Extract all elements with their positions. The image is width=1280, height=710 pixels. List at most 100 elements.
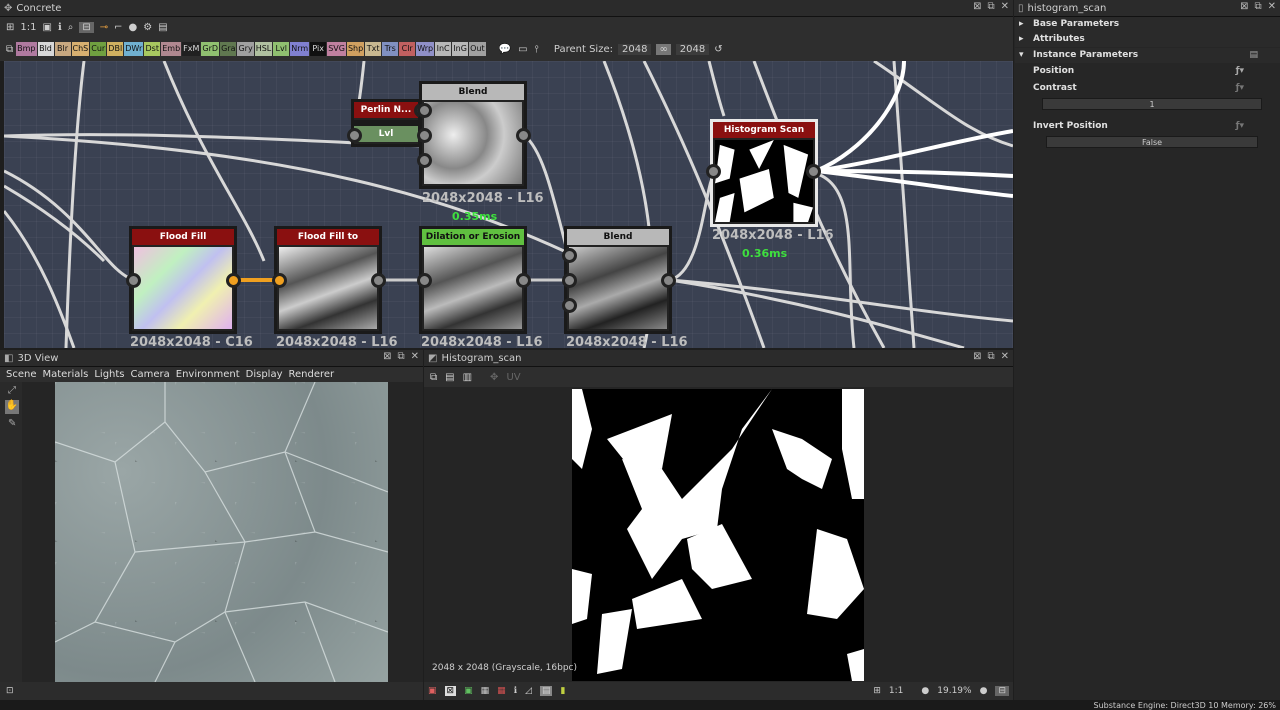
preset-icon[interactable]: ▤ — [1249, 48, 1258, 63]
port[interactable] — [417, 273, 432, 288]
expand-icon[interactable]: ⤢ — [8, 385, 22, 396]
info-icon[interactable]: ℹ — [514, 686, 517, 696]
hand-tool-icon[interactable]: ✋ — [5, 400, 19, 414]
lock-icon[interactable]: ⊟ — [995, 686, 1009, 696]
atom-grd-button[interactable]: GrD — [201, 42, 220, 56]
atom-lvl-button[interactable]: Lvl — [273, 42, 290, 56]
zoom-ratio[interactable]: 1:1 — [889, 686, 903, 696]
port[interactable] — [371, 273, 386, 288]
gear-icon[interactable]: ⚙ — [143, 22, 152, 33]
fit-icon[interactable]: ⊞ — [873, 686, 881, 696]
atom-blr-button[interactable]: Blr — [54, 42, 71, 56]
port[interactable] — [562, 298, 577, 313]
port[interactable] — [562, 273, 577, 288]
move-icon[interactable]: ✥ — [490, 372, 498, 383]
pin-node-icon[interactable]: ⫯ — [535, 44, 539, 55]
function-icon[interactable]: ƒ▾ — [1236, 119, 1244, 134]
search-icon[interactable]: ⌕ — [68, 22, 74, 33]
node-perlin-noise[interactable]: Perlin N... — [351, 99, 421, 123]
menu-scene[interactable]: Scene — [6, 369, 37, 380]
menu-display[interactable]: Display — [246, 369, 283, 380]
port[interactable] — [661, 273, 676, 288]
function-icon[interactable]: ƒ▾ — [1236, 64, 1244, 79]
atom-chs-button[interactable]: ChS — [71, 42, 90, 56]
section-instance-parameters[interactable]: ▾ Instance Parameters ▤ — [1015, 48, 1280, 63]
light-tool-icon[interactable]: ✎ — [8, 418, 22, 429]
node-flood-fill-to-gradient[interactable]: Flood Fill to Gradient — [274, 226, 382, 334]
atom-shp-button[interactable]: Shp — [346, 42, 365, 56]
function-icon[interactable]: ƒ▾ — [1236, 81, 1244, 96]
pin-icon[interactable]: ⊠ — [1240, 1, 1248, 12]
section-base-parameters[interactable]: ▸ Base Parameters — [1015, 17, 1280, 32]
atom-ing-button[interactable]: InG — [452, 42, 469, 56]
atom-svg-button[interactable]: SVG — [327, 42, 346, 56]
atom-emb-button[interactable]: Emb — [161, 42, 182, 56]
size-select[interactable]: 2048 — [675, 43, 710, 55]
atom-out-button[interactable]: Out — [469, 42, 486, 56]
atom-clr-button[interactable]: Clr — [399, 42, 416, 56]
uv-toggle[interactable]: UV — [506, 372, 520, 383]
atom-gra-button[interactable]: Gra — [220, 42, 237, 56]
frame-node-icon[interactable]: ▭ — [518, 44, 527, 55]
node-flood-fill[interactable]: Flood Fill — [129, 226, 237, 334]
pin-icon[interactable]: ⊠ — [383, 351, 391, 362]
checker-icon[interactable]: ▤ — [539, 686, 553, 696]
atom-txt-button[interactable]: Txt — [365, 42, 382, 56]
invert-position-button[interactable]: False — [1046, 136, 1258, 148]
section-attributes[interactable]: ▸ Attributes — [1015, 32, 1280, 47]
menu-camera[interactable]: Camera — [131, 369, 170, 380]
zoom-out-icon[interactable]: ● — [921, 686, 929, 696]
port[interactable] — [806, 164, 821, 179]
float-icon[interactable]: ⧉ — [397, 351, 404, 362]
atom-fxm-button[interactable]: FxM — [182, 42, 201, 56]
reset-icon[interactable]: ↺ — [714, 44, 722, 55]
link-style-icon[interactable]: ⊸ — [100, 22, 108, 33]
save-icon[interactable]: ▤ — [445, 372, 454, 383]
color-picker-icon[interactable]: ▮ — [560, 686, 565, 696]
zoom-in-icon[interactable]: ● — [980, 686, 988, 696]
info-icon[interactable]: ℹ — [58, 22, 62, 33]
atom-dwr-button[interactable]: DWr — [124, 42, 144, 56]
close-icon[interactable]: ✕ — [1268, 1, 1276, 12]
channel-color-icon[interactable]: ▣ — [428, 686, 437, 696]
layout-icon[interactable]: ⊟ — [79, 21, 94, 33]
port[interactable] — [516, 273, 531, 288]
view3d-viewport[interactable] — [22, 381, 423, 683]
float-icon[interactable]: ⧉ — [987, 351, 994, 362]
zoom-ratio-label[interactable]: 1:1 — [20, 22, 36, 33]
port[interactable] — [516, 128, 531, 143]
atom-bld-button[interactable]: Bld — [37, 42, 54, 56]
atom-dst-button[interactable]: Dst — [144, 42, 161, 56]
node-histogram-scan[interactable]: Histogram Scan — [710, 119, 818, 227]
pin-icon[interactable]: ⊠ — [973, 351, 981, 362]
bake-icon[interactable]: ⊡ — [6, 686, 14, 696]
port[interactable] — [417, 153, 432, 168]
link-size-icon[interactable]: ∞ — [656, 43, 671, 55]
graph-canvas[interactable]: Perlin N... Lvl Blend 2048x2048 - L16 0.… — [4, 61, 1013, 348]
view2d-viewport[interactable]: 2048 x 2048 (Grayscale, 16bpc) — [424, 387, 1013, 682]
atom-trs-button[interactable]: Trs — [382, 42, 399, 56]
atom-pix-button[interactable]: Pix — [310, 42, 327, 56]
close-icon[interactable]: ✕ — [1001, 1, 1009, 12]
copy-icon[interactable]: ⧉ — [430, 372, 437, 383]
atom-inc-button[interactable]: InC — [435, 42, 452, 56]
atom-wrp-button[interactable]: Wrp — [416, 42, 435, 56]
port[interactable] — [417, 103, 432, 118]
frame-icon[interactable]: ⊞ — [6, 22, 14, 33]
red-grid-icon[interactable]: ▦ — [497, 686, 506, 696]
atom-dbl-button[interactable]: DBl — [107, 42, 124, 56]
port[interactable] — [706, 164, 721, 179]
display-icon[interactable]: ▤ — [158, 22, 167, 33]
alpha-icon[interactable]: ⊠ — [444, 686, 457, 696]
port[interactable] — [126, 273, 141, 288]
menu-environment[interactable]: Environment — [176, 369, 240, 380]
menu-renderer[interactable]: Renderer — [289, 369, 335, 380]
atom-gry-button[interactable]: Gry — [237, 42, 254, 56]
contrast-slider[interactable]: 1 — [1042, 98, 1262, 110]
float-icon[interactable]: ⧉ — [1254, 1, 1261, 12]
close-icon[interactable]: ✕ — [1001, 351, 1009, 362]
node-dilation-erosion[interactable]: Dilation or Erosion ... — [419, 226, 527, 334]
node-blend-bottom[interactable]: Blend — [564, 226, 672, 334]
port[interactable] — [272, 273, 287, 288]
screenshot-icon[interactable]: ▣ — [42, 22, 51, 33]
